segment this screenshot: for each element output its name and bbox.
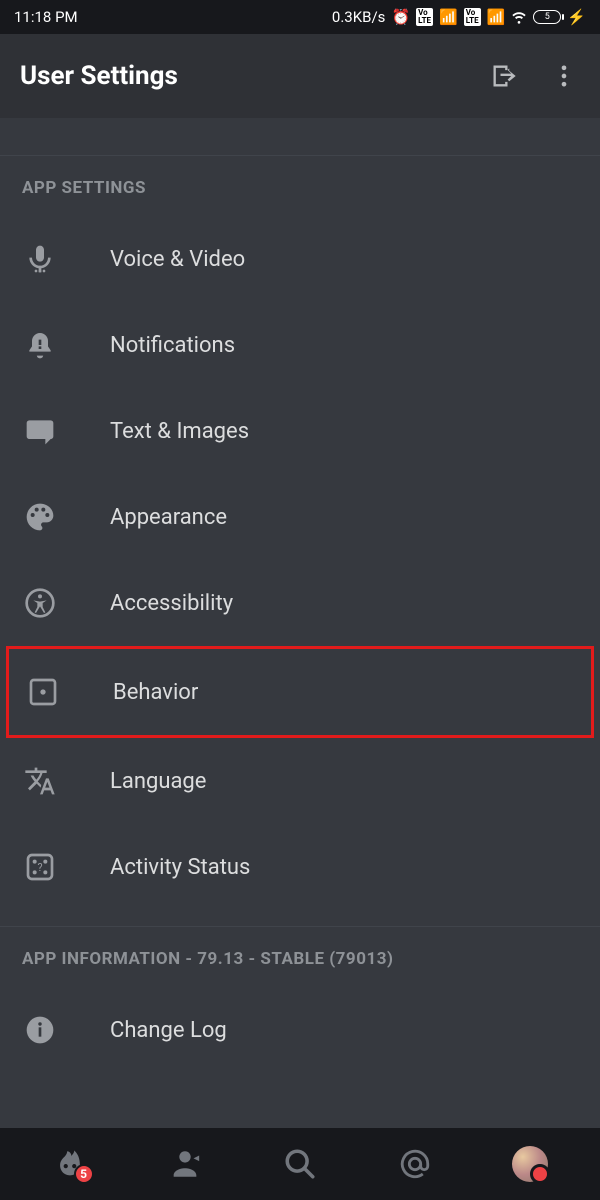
- item-label: Notifications: [110, 333, 235, 358]
- item-label: Behavior: [113, 680, 198, 705]
- lte-icon-1: VoLTE: [416, 8, 433, 26]
- section-app-settings: APP SETTINGS: [0, 156, 600, 208]
- item-label: Change Log: [110, 1018, 227, 1043]
- battery-icon: 5: [533, 10, 561, 24]
- bell-icon: [22, 327, 58, 363]
- item-language[interactable]: Language: [0, 738, 600, 824]
- svg-text:?: ?: [37, 861, 42, 874]
- status-bar: 11:18 PM 0.3KB/s ⏰ VoLTE 📶 VoLTE 📶 5 ⚡: [0, 0, 600, 34]
- item-label: Appearance: [110, 505, 227, 530]
- page-title: User Settings: [20, 61, 488, 91]
- kebab-menu-icon[interactable]: [548, 60, 580, 92]
- section-app-info: APP INFORMATION - 79.13 - STABLE (79013): [0, 927, 600, 979]
- exit-icon[interactable]: [488, 60, 520, 92]
- item-label: Voice & Video: [110, 247, 245, 272]
- info-list: Change Log: [0, 979, 600, 1081]
- item-change-log[interactable]: Change Log: [0, 987, 600, 1073]
- item-label: Accessibility: [110, 591, 233, 616]
- status-indicators: 0.3KB/s ⏰ VoLTE 📶 VoLTE 📶 5 ⚡: [332, 8, 586, 26]
- net-speed: 0.3KB/s: [332, 8, 386, 26]
- gear-box-icon: [25, 674, 61, 710]
- bottom-nav: 5: [0, 1128, 600, 1200]
- nav-home[interactable]: 5: [48, 1142, 92, 1186]
- item-accessibility[interactable]: Accessibility: [0, 560, 600, 646]
- dice-icon: ?: [22, 849, 58, 885]
- nav-search[interactable]: [278, 1142, 322, 1186]
- nav-mentions[interactable]: [393, 1142, 437, 1186]
- wifi-icon: [511, 9, 527, 25]
- nav-friends[interactable]: [163, 1142, 207, 1186]
- app-header: User Settings: [0, 34, 600, 118]
- item-behavior[interactable]: Behavior: [6, 646, 594, 738]
- item-text-images[interactable]: Text & Images: [0, 388, 600, 474]
- avatar: [512, 1146, 548, 1182]
- palette-icon: [22, 499, 58, 535]
- translate-icon: [22, 763, 58, 799]
- lte-icon-2: VoLTE: [464, 8, 481, 26]
- item-label: Text & Images: [110, 419, 249, 444]
- signal-icon-1: 📶: [439, 8, 458, 26]
- item-notifications[interactable]: Notifications: [0, 302, 600, 388]
- notification-badge: 5: [74, 1164, 94, 1184]
- alarm-icon: ⏰: [391, 8, 410, 26]
- item-activity-status[interactable]: ? Activity Status: [0, 824, 600, 910]
- item-label: Language: [110, 769, 206, 794]
- item-appearance[interactable]: Appearance: [0, 474, 600, 560]
- info-icon: [22, 1012, 58, 1048]
- microphone-icon: [22, 241, 58, 277]
- nav-profile[interactable]: [508, 1142, 552, 1186]
- settings-list: Voice & Video Notifications Text & Image…: [0, 208, 600, 918]
- accessibility-icon: [22, 585, 58, 621]
- charging-icon: ⚡: [567, 8, 586, 26]
- image-icon: [22, 413, 58, 449]
- status-time: 11:18 PM: [14, 8, 78, 26]
- item-voice-video[interactable]: Voice & Video: [0, 216, 600, 302]
- signal-icon-2: 📶: [487, 8, 506, 26]
- item-label: Activity Status: [110, 855, 250, 880]
- header-spacer: [0, 118, 600, 156]
